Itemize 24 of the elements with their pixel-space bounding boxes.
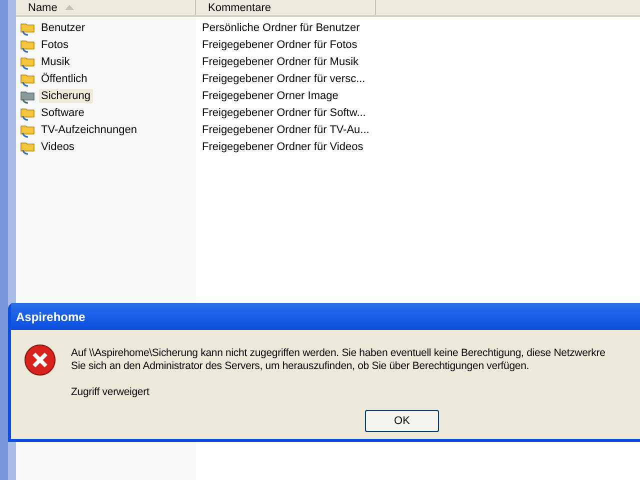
share-name[interactable]: Fotos: [39, 38, 71, 52]
error-message: Auf \\Aspirehome\Sicherung kann nicht zugegriffen werden. Sie haben eventuell keine Berechtigung, diese Netzwerkre: [71, 347, 606, 360]
column-header[interactable]: Name: [16, 0, 196, 15]
error-icon: [24, 344, 56, 376]
dialog-title: Aspirehome: [11, 303, 640, 330]
share-name[interactable]: Software: [39, 106, 86, 120]
error-detail: Zugriff verweigert: [71, 386, 150, 399]
share-comment: Persönliche Ordner für Benutzer: [201, 22, 360, 34]
share-comment: Freigegebener Ordner für Fotos: [201, 38, 358, 50]
share-comment: Freigegebener Ordner für Videos: [201, 140, 364, 152]
share-comment: Freigegebener Ordner für versc...: [201, 72, 366, 84]
error-message: Sie sich an den Administrator des Servers, um herauszufinden, ob Sie über Berechtigungen verfügen.: [71, 360, 530, 373]
share-comment: Freigegebener Ordner für Musik: [201, 56, 359, 68]
share-name[interactable]: Musik: [39, 54, 72, 68]
share-name[interactable]: Videos: [39, 140, 76, 154]
share-name[interactable]: TV-Aufzeichnungen: [39, 122, 140, 136]
share-comment: Freigegebener Ordner für TV-Au...: [201, 124, 370, 136]
ok-button[interactable]: OK: [365, 410, 439, 432]
share-name[interactable]: Öffentlich: [39, 72, 90, 86]
share-comment: Freigegebener Orner Image: [201, 90, 338, 102]
share-name[interactable]: Benutzer: [39, 20, 88, 34]
column-header[interactable]: Kommentare: [196, 0, 376, 15]
share-name[interactable]: Sicherung: [39, 88, 93, 102]
share-comment: Freigegebener Ordner für Softw...: [201, 106, 366, 118]
